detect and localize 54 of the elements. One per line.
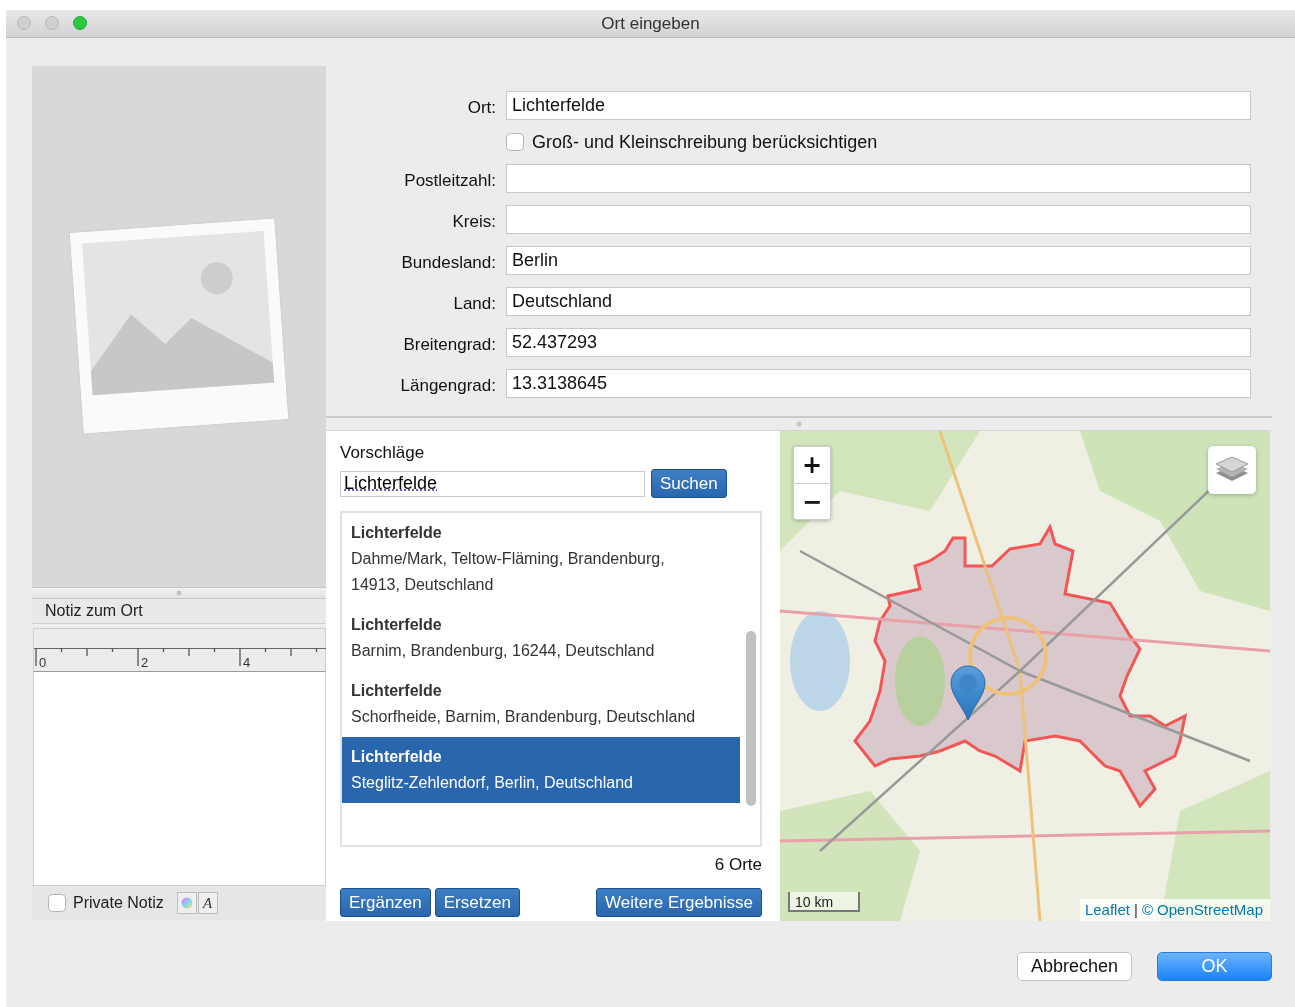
search-field[interactable]: Lichterfelde [340,470,645,497]
zoom-icon[interactable] [73,16,87,30]
layers-button[interactable] [1208,446,1256,494]
result-item[interactable]: Lichterfelde Barnim, Brandenburg, 16244, Deutschland [342,605,740,671]
result-item[interactable]: Lichterfelde Dahme/Mark, Teltow-Fläming, Brandenburg, 14913, Deutschland [342,513,740,605]
color-picker-button[interactable] [176,892,197,915]
field-label: Bundesland: [400,252,497,274]
splitter-handle-icon[interactable] [176,589,182,596]
color-wheel-icon [180,897,193,910]
action-button[interactable]: Ersetzen [434,888,520,917]
result-item[interactable]: Lichterfelde Steglitz-Zehlendorf, Berlin, Deutschland [342,737,740,803]
text-field[interactable] [506,205,1251,234]
ruler-label: 0 [39,654,47,670]
map-scale: 10 km [788,892,860,912]
checkbox[interactable] [506,133,524,151]
checkbox-label: Groß- und Kleinschreibung berücksichtigen [532,131,878,153]
zoom-in-button[interactable]: + [794,447,830,483]
text-field[interactable]: Lichterfelde [506,91,1251,120]
action-button[interactable]: Ergänzen [340,888,431,917]
zoom-out-button[interactable]: − [794,483,830,519]
map-pin-icon[interactable] [950,665,986,721]
ruler-label: 2 [141,654,149,670]
scrollbar-thumb[interactable] [746,631,756,806]
ruler-label: 4 [243,654,251,670]
window-title: Ort eingeben [601,13,700,34]
section-title: Notiz zum Ort [32,598,326,624]
field-label: Breitengrad: [402,334,497,356]
field-label: Postleitzahl: [403,170,497,192]
more-results-button[interactable]: Weitere Ergebnisse [595,888,762,917]
minimize-icon[interactable] [45,16,59,30]
search-button[interactable]: Suchen [651,469,727,498]
field-label: Land: [452,293,497,315]
field-label: Kreis: [451,211,497,233]
text-field[interactable]: 13.3138645 [506,369,1251,398]
font-button[interactable]: A [197,892,218,915]
note-text-area[interactable] [33,671,326,886]
cancel-button[interactable]: Abbrechen [1017,952,1132,981]
text-field[interactable]: Deutschland [506,287,1251,316]
text-field[interactable]: 52.437293 [506,328,1251,357]
text-field[interactable] [506,164,1251,193]
separator: | [1133,901,1138,918]
attribution-link[interactable]: Leaflet [1084,901,1130,918]
checkbox[interactable] [48,894,66,913]
ruler-ticks-icon [34,647,326,667]
text-field[interactable]: Berlin [506,246,1251,275]
field-label: Längengrad: [399,375,497,397]
close-icon[interactable] [17,16,31,30]
section-title: Vorschläge [340,443,426,464]
attribution-link[interactable]: © OpenStreetMap [1141,901,1263,918]
field-label: Ort: [466,97,497,119]
result-item[interactable]: Lichterfelde Schorfheide, Barnim, Brandenburg, Deutschland [342,671,740,737]
splitter-handle-icon[interactable] [796,421,802,427]
checkbox-label: Private Notiz [73,894,164,913]
result-count: 6 Orte [713,855,762,876]
